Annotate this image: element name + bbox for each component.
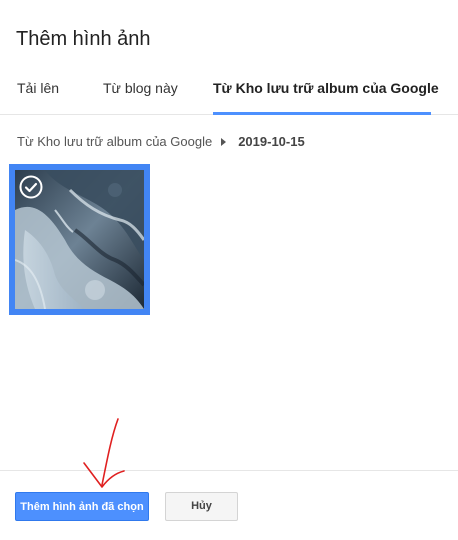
dialog-title: Thêm hình ảnh: [16, 28, 151, 50]
photo-thumbnail[interactable]: [9, 164, 150, 315]
check-circle-icon[interactable]: [19, 175, 43, 199]
breadcrumb: Từ Kho lưu trữ album của Google 2019-10-…: [17, 134, 305, 149]
add-selected-images-button[interactable]: Thêm hình ảnh đã chọn: [15, 492, 149, 521]
add-image-dialog: Thêm hình ảnh Tải lên Từ blog này Từ Kho…: [0, 0, 458, 540]
chevron-right-icon: [221, 137, 227, 146]
tab-google-album-archive[interactable]: Từ Kho lưu trữ album của Google: [213, 68, 439, 115]
cancel-button[interactable]: Hủy: [165, 492, 238, 521]
tab-from-blog[interactable]: Từ blog này: [103, 68, 178, 112]
tab-bar: Tải lên Từ blog này Từ Kho lưu trữ album…: [0, 68, 458, 115]
footer-divider: [0, 470, 458, 471]
breadcrumb-current: 2019-10-15: [238, 134, 305, 149]
hand-drawn-arrow-annotation: [83, 418, 125, 488]
breadcrumb-root-link[interactable]: Từ Kho lưu trữ album của Google: [17, 134, 212, 149]
tab-upload[interactable]: Tải lên: [17, 68, 59, 112]
